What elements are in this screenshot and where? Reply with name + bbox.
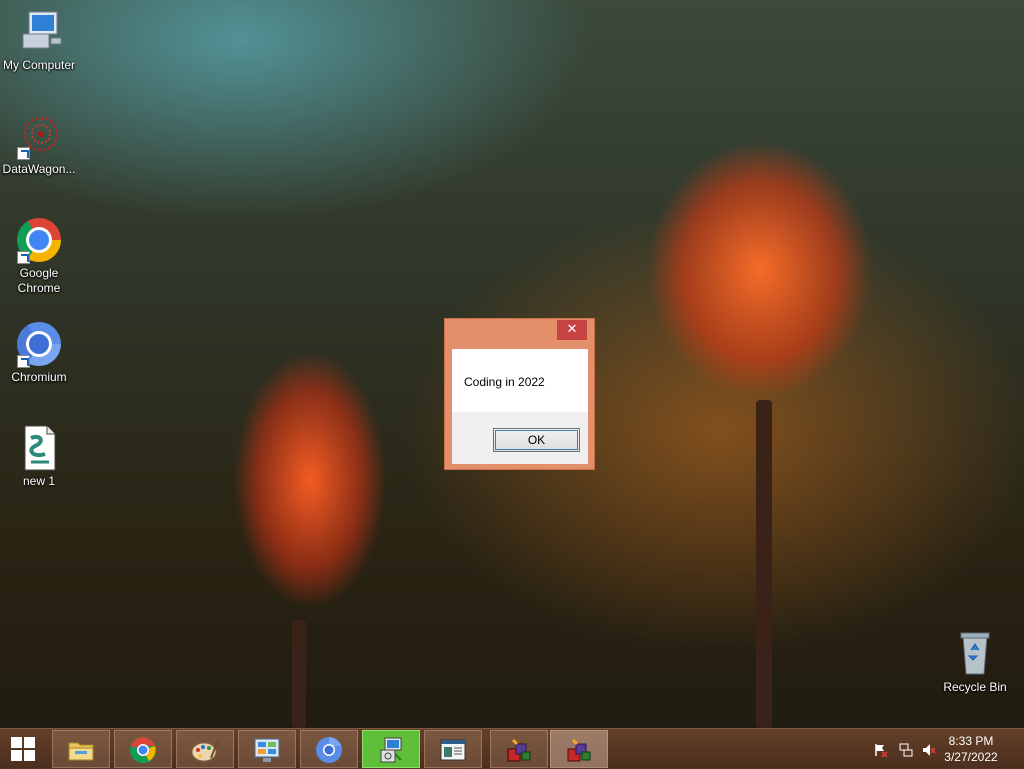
network-icon[interactable] bbox=[899, 742, 913, 757]
shortcut-arrow-icon bbox=[17, 147, 30, 160]
wallpaper-stem-left bbox=[292, 620, 306, 728]
taskbar-button-chromium[interactable] bbox=[300, 730, 358, 768]
taskbar-button-window-app[interactable] bbox=[424, 730, 482, 768]
chrome-icon bbox=[15, 216, 63, 264]
installer-icon bbox=[377, 736, 405, 764]
taskbar: 8:33 PM 3/27/2022 bbox=[0, 728, 1024, 769]
desktop-icon-label: Recycle Bin bbox=[943, 680, 1007, 694]
clock-time: 8:33 PM bbox=[948, 734, 994, 748]
shortcut-arrow-icon bbox=[17, 355, 30, 368]
datawagon-icon bbox=[15, 112, 63, 160]
palette-icon bbox=[191, 736, 219, 764]
control-panel-icon bbox=[253, 736, 281, 764]
taskbar-button-installer[interactable] bbox=[362, 730, 420, 768]
blocks-icon bbox=[505, 736, 533, 764]
taskbar-button-paint[interactable] bbox=[176, 730, 234, 768]
desktop-icon-new-1[interactable]: new 1 bbox=[0, 424, 78, 489]
dialog-body: Coding in 2022 OK bbox=[452, 349, 588, 464]
document-icon bbox=[15, 424, 63, 472]
shortcut-arrow-icon bbox=[17, 251, 30, 264]
desktop-icon-label: new 1 bbox=[22, 474, 56, 488]
message-dialog: ✕ Coding in 2022 OK bbox=[444, 318, 595, 470]
taskbar-clock[interactable]: 8:33 PM 3/27/2022 bbox=[936, 733, 1006, 765]
start-button[interactable] bbox=[0, 729, 48, 769]
taskbar-button-control-panel[interactable] bbox=[238, 730, 296, 768]
recycle-bin-icon bbox=[951, 630, 999, 678]
wallpaper-stem-right bbox=[756, 400, 772, 728]
desktop-icon-label: My Computer bbox=[2, 58, 76, 72]
chromium-icon bbox=[15, 320, 63, 368]
taskbar-button-app-2[interactable] bbox=[550, 730, 608, 768]
desktop-icon-label: DataWagon... bbox=[2, 162, 76, 176]
chrome-icon bbox=[129, 736, 157, 764]
desktop-icon-datawagon[interactable]: DataWagon... bbox=[0, 112, 78, 177]
blocks-icon bbox=[565, 736, 593, 764]
taskbar-button-google-chrome[interactable] bbox=[114, 730, 172, 768]
taskbar-button-file-explorer[interactable] bbox=[52, 730, 110, 768]
desktop-icon-label: Chromium bbox=[11, 370, 67, 384]
computer-icon bbox=[15, 8, 63, 56]
clock-date: 3/27/2022 bbox=[944, 750, 998, 764]
action-center-flag-icon[interactable] bbox=[874, 742, 888, 758]
desktop-icon-recycle-bin[interactable]: Recycle Bin bbox=[936, 630, 1014, 695]
ok-button[interactable]: OK bbox=[493, 428, 580, 452]
chromium-icon bbox=[315, 736, 343, 764]
desktop-icon-my-computer[interactable]: My Computer bbox=[0, 8, 78, 73]
close-icon: ✕ bbox=[566, 322, 578, 337]
taskbar-button-app-1[interactable] bbox=[490, 730, 548, 768]
desktop-icon-google-chrome[interactable]: Google Chrome bbox=[0, 216, 78, 296]
volume-muted-icon[interactable] bbox=[922, 742, 936, 756]
window-icon bbox=[439, 736, 467, 764]
close-button[interactable]: ✕ bbox=[557, 320, 587, 340]
dialog-content-area: Coding in 2022 bbox=[452, 349, 588, 412]
desktop-icon-label: Google Chrome bbox=[17, 266, 61, 295]
folder-icon bbox=[67, 736, 95, 764]
desktop-icon-chromium[interactable]: Chromium bbox=[0, 320, 78, 385]
dialog-message: Coding in 2022 bbox=[464, 375, 545, 389]
